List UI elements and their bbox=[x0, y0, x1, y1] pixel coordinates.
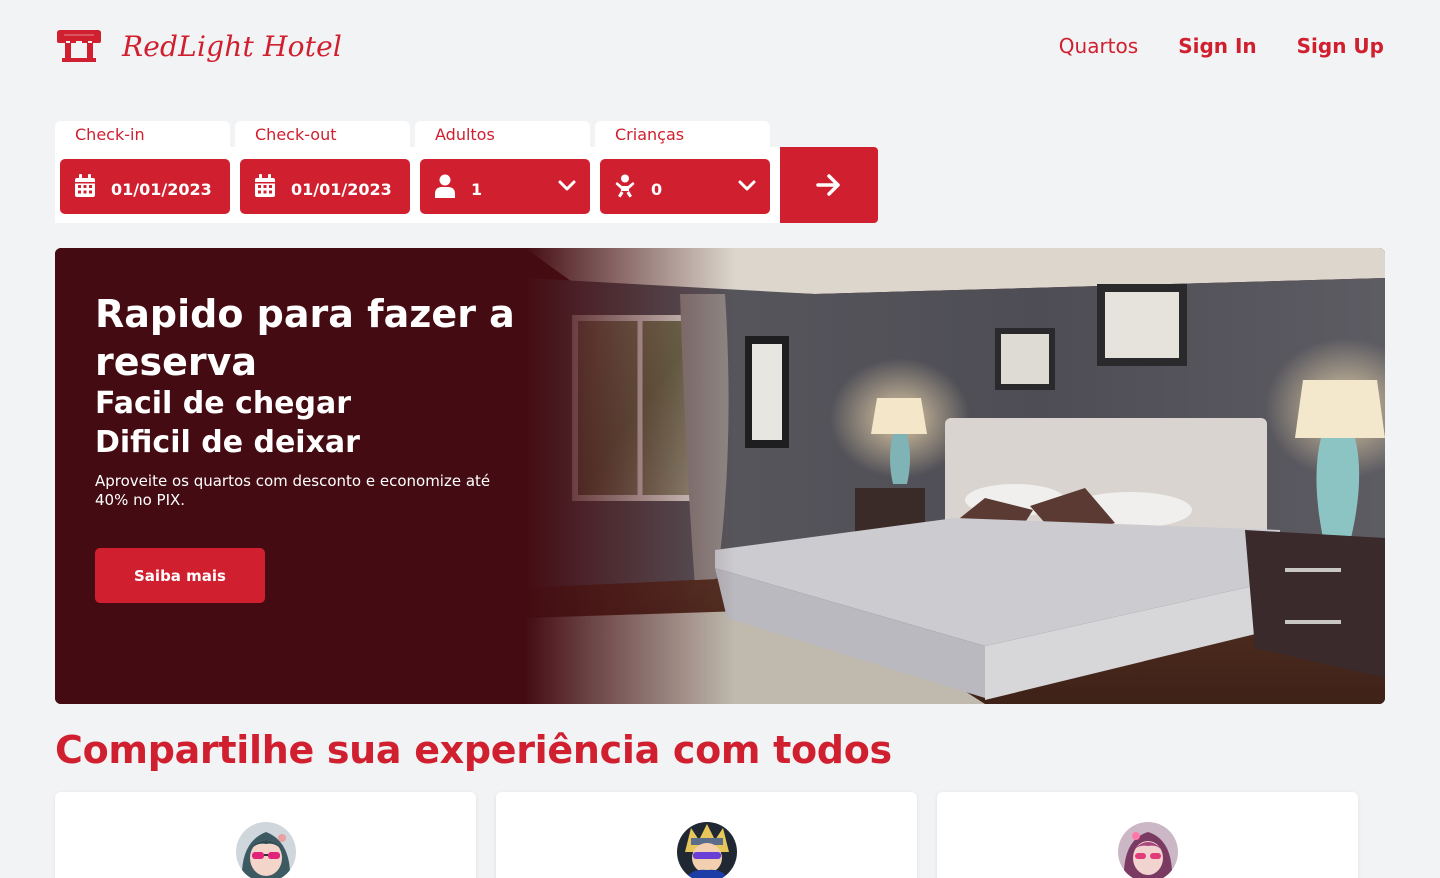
checkin-field: Check-in 01/01/2023 bbox=[55, 121, 235, 223]
hero-subtitle: Facil de chegar Dificil de deixar bbox=[95, 384, 535, 462]
checkout-value: 01/01/2023 bbox=[291, 180, 392, 199]
hotel-awning-icon bbox=[57, 30, 101, 62]
hero-description: Aproveite os quartos com desconto e econ… bbox=[95, 472, 491, 509]
children-label: Crianças bbox=[595, 121, 770, 149]
brand-name: RedLight Hotel bbox=[122, 29, 343, 63]
nav-sign-up-link[interactable]: Sign Up bbox=[1297, 34, 1384, 58]
children-value: 0 bbox=[651, 180, 663, 199]
testimonial-card[interactable] bbox=[937, 792, 1358, 878]
checkin-input[interactable]: 01/01/2023 bbox=[60, 159, 230, 214]
checkin-label: Check-in bbox=[55, 121, 230, 149]
arrow-right-icon bbox=[816, 174, 840, 196]
person-icon bbox=[435, 174, 455, 198]
adults-value: 1 bbox=[471, 180, 483, 199]
checkout-label: Check-out bbox=[235, 121, 410, 149]
children-select[interactable]: 0 bbox=[600, 159, 770, 214]
booking-bar: Check-in 01/01/2023 Check-out 01/01/2023… bbox=[55, 121, 878, 223]
hero-title: Rapido para fazer a reserva bbox=[95, 292, 515, 384]
nav-rooms-link[interactable]: Quartos bbox=[1059, 34, 1138, 58]
checkout-input[interactable]: 01/01/2023 bbox=[240, 159, 410, 214]
hero-subtitle-line1: Facil de chegar bbox=[95, 386, 352, 421]
avatar bbox=[236, 822, 296, 878]
checkin-value: 01/01/2023 bbox=[111, 180, 212, 199]
adults-field: Adultos 1 bbox=[415, 121, 595, 223]
chevron-down-icon bbox=[738, 180, 756, 191]
nav-sign-in-link[interactable]: Sign In bbox=[1178, 34, 1256, 58]
avatar bbox=[1118, 822, 1178, 878]
adults-select[interactable]: 1 bbox=[420, 159, 590, 214]
testimonial-card[interactable] bbox=[55, 792, 476, 878]
search-submit-button[interactable] bbox=[780, 147, 878, 223]
testimonials-title: Compartilhe sua experiência com todos bbox=[55, 728, 892, 772]
testimonial-cards bbox=[55, 792, 1385, 878]
avatar bbox=[677, 822, 737, 878]
hero-subtitle-line2: Dificil de deixar bbox=[95, 425, 360, 460]
main-nav: Quartos Sign In Sign Up bbox=[1059, 34, 1384, 58]
testimonial-card[interactable] bbox=[496, 792, 917, 878]
adults-label: Adultos bbox=[415, 121, 590, 149]
calendar-icon bbox=[75, 174, 95, 197]
site-header: RedLight Hotel Quartos Sign In Sign Up bbox=[0, 0, 1440, 96]
calendar-icon bbox=[255, 174, 275, 197]
brand-logo[interactable]: RedLight Hotel bbox=[56, 28, 342, 64]
children-field: Crianças 0 bbox=[595, 121, 780, 223]
learn-more-button[interactable]: Saiba mais bbox=[95, 548, 265, 603]
checkout-field: Check-out 01/01/2023 bbox=[235, 121, 415, 223]
chevron-down-icon bbox=[558, 180, 576, 191]
hero-banner: Rapido para fazer a reserva Facil de che… bbox=[55, 248, 1385, 704]
baby-icon bbox=[615, 174, 635, 198]
